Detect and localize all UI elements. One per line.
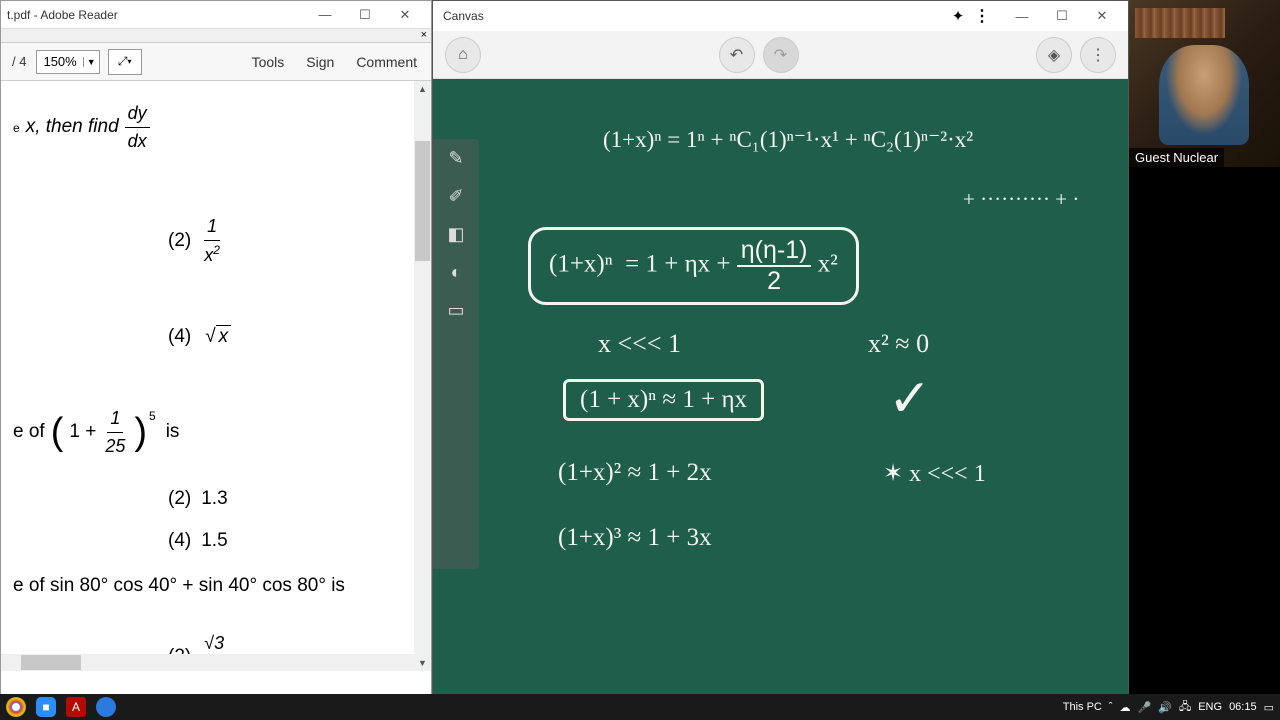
chrome-taskbar-icon[interactable]	[6, 697, 26, 717]
person-silhouette	[1159, 45, 1249, 145]
canvas-minimize-button[interactable]: —	[1002, 2, 1042, 30]
undo-button[interactable]: ↶	[719, 37, 755, 73]
black-strip	[1129, 167, 1280, 720]
vertical-scrollbar[interactable]: ▲ ▼	[414, 81, 431, 671]
adobe-reader-window: t.pdf - Adobe Reader — ☐ ✕ × / 4 150% ▼ …	[0, 0, 432, 720]
extension-icon[interactable]: ✦	[948, 6, 968, 26]
fit-page-button[interactable]: ⤢▾	[108, 49, 142, 75]
background-shelf	[1135, 8, 1225, 38]
canvas-close-button[interactable]: ✕	[1082, 2, 1122, 30]
tray-time: 06:15	[1229, 701, 1257, 713]
pdf-page: e x, then find dy dx (2) 1 x2 (4) √x e o…	[1, 81, 431, 671]
tray-chevron-icon[interactable]: ˆ	[1109, 701, 1113, 713]
scroll-thumb-h[interactable]	[21, 655, 81, 670]
tool-item[interactable]: ✐	[433, 177, 479, 215]
layers-button[interactable]: ◈	[1036, 37, 1072, 73]
home-button[interactable]: ⌂	[445, 37, 481, 73]
scroll-thumb-v[interactable]	[415, 141, 430, 261]
browser-taskbar-icon[interactable]	[96, 697, 116, 717]
zoom-taskbar-icon[interactable]: ■	[36, 697, 56, 717]
redo-button[interactable]: ↷	[763, 37, 799, 73]
adobe-doc-close-bar: ×	[1, 29, 431, 43]
adobe-title: t.pdf - Adobe Reader	[7, 8, 305, 22]
tray-notification-icon[interactable]: ▭	[1264, 701, 1274, 714]
chalk-text: (1+x)³ ≈ 1 + 3x	[558, 524, 712, 552]
system-tray[interactable]: This PC ˆ ☁ 🎤 🔊 🖧 ENG 06:15 ▭	[1063, 698, 1274, 717]
horizontal-scrollbar[interactable]	[1, 654, 414, 671]
zoom-select[interactable]: 150% ▼	[36, 50, 99, 74]
checkmark-icon: ✓	[888, 369, 932, 429]
chalk-text: (1+x)ⁿ = 1 + ηx + η(η-1)2 x²	[528, 227, 859, 305]
tool-item[interactable]: ▭	[433, 291, 479, 329]
tool-item[interactable]: ◐	[433, 253, 479, 291]
chalk-text: (1+x)ⁿ = 1ⁿ + ⁿC₁(1)ⁿ⁻¹·x¹ + ⁿC₂(1)ⁿ⁻²·x…	[603, 127, 973, 153]
adobe-doc-close-x[interactable]: ×	[421, 29, 427, 42]
sign-button[interactable]: Sign	[297, 48, 343, 76]
tool-palette: ✎ ✐ ◧ ◐ ▭	[433, 139, 479, 569]
comment-button[interactable]: Comment	[347, 48, 426, 76]
chalk-text: x² ≈ 0	[868, 329, 929, 359]
tray-volume-icon[interactable]: 🔊	[1158, 701, 1172, 714]
chalk-text: ✶ x <<< 1	[883, 459, 986, 488]
participant-label: Guest Nuclear	[1129, 148, 1224, 167]
adobe-maximize-button[interactable]: ☐	[345, 2, 385, 28]
tools-button[interactable]: Tools	[243, 48, 294, 76]
canvas-window: Canvas ✦ ⋮ — ☐ ✕ ⌂ ↶ ↷ ◈ ⋮ ✎ ✐ ◧ ◐ ▭ (1+…	[432, 0, 1129, 720]
webcam-video: Guest Nuclear	[1129, 0, 1280, 167]
tray-thispc: This PC	[1063, 701, 1102, 713]
canvas-titlebar: Canvas ✦ ⋮ — ☐ ✕	[433, 1, 1128, 31]
tool-item[interactable]: ✎	[433, 139, 479, 177]
more-button[interactable]: ⋮	[1080, 37, 1116, 73]
chalk-text: + ·········· + ·	[963, 187, 1079, 212]
zoom-dropdown-arrow[interactable]: ▼	[83, 57, 99, 67]
chalk-text: (1 + x)ⁿ ≈ 1 + ηx	[563, 379, 764, 421]
page-count: / 4	[6, 54, 32, 69]
tray-mic-icon[interactable]: 🎤	[1138, 701, 1152, 714]
canvas-title: Canvas	[443, 9, 948, 23]
zoom-value: 150%	[37, 54, 82, 69]
canvas-toolbar: ⌂ ↶ ↷ ◈ ⋮	[433, 31, 1128, 79]
windows-taskbar: ■ A This PC ˆ ☁ 🎤 🔊 🖧 ENG 06:15 ▭	[0, 694, 1280, 720]
adobe-minimize-button[interactable]: —	[305, 2, 345, 28]
adobe-titlebar: t.pdf - Adobe Reader — ☐ ✕	[1, 1, 431, 29]
adobe-toolbar: / 4 150% ▼ ⤢▾ Tools Sign Comment	[1, 43, 431, 81]
canvas-board[interactable]: ✎ ✐ ◧ ◐ ▭ (1+x)ⁿ = 1ⁿ + ⁿC₁(1)ⁿ⁻¹·x¹ + ⁿ…	[433, 79, 1128, 699]
canvas-maximize-button[interactable]: ☐	[1042, 2, 1082, 30]
chalk-text: x <<< 1	[598, 329, 681, 359]
chalk-text: (1+x)² ≈ 1 + 2x	[558, 459, 712, 487]
tray-cloud-icon[interactable]: ☁	[1120, 701, 1131, 714]
adobe-close-button[interactable]: ✕	[385, 2, 425, 28]
tray-network-icon[interactable]: 🖧	[1179, 698, 1191, 717]
adobe-taskbar-icon[interactable]: A	[66, 697, 86, 717]
text: x, then find	[26, 113, 119, 142]
pdf-content[interactable]: e x, then find dy dx (2) 1 x2 (4) √x e o…	[1, 81, 431, 671]
tray-lang: ENG	[1198, 701, 1222, 713]
kebab-menu-icon[interactable]: ⋮	[974, 6, 994, 26]
tool-item[interactable]: ◧	[433, 215, 479, 253]
